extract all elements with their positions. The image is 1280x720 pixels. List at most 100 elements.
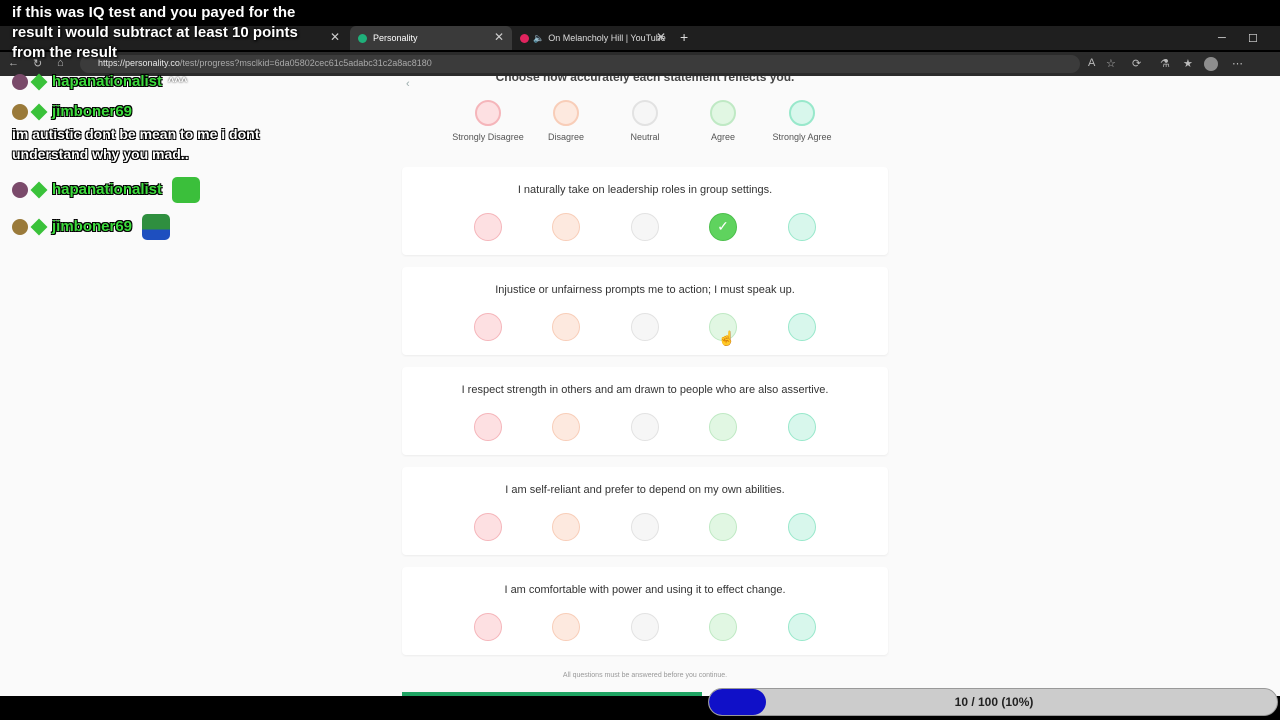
site-icon xyxy=(358,33,367,43)
progress-bar: 10 / 100 (10%) xyxy=(708,688,1278,716)
option-neutral[interactable] xyxy=(631,213,659,241)
option-strongly-disagree[interactable] xyxy=(474,213,502,241)
question-text: I respect strength in others and am draw… xyxy=(461,384,829,396)
instruction-text: Choose how accurately each statement ref… xyxy=(495,76,795,84)
legend-circle xyxy=(789,100,815,126)
maximize-icon[interactable]: ☐ xyxy=(1248,32,1258,45)
checkmark-icon: ✓ xyxy=(717,218,729,234)
question-card: I respect strength in others and am draw… xyxy=(402,367,888,455)
legend-strongly-disagree: Strongly Disagree xyxy=(448,100,528,143)
legend-label: Strongly Disagree xyxy=(452,132,524,142)
option-strongly-disagree[interactable] xyxy=(474,613,502,641)
question-text: I naturally take on leadership roles in … xyxy=(517,184,773,196)
speaker-icon[interactable]: 🔈 xyxy=(533,33,544,44)
option-strongly-agree[interactable] xyxy=(788,413,816,441)
chat-line: jimboner69 xyxy=(12,102,132,122)
option-disagree[interactable] xyxy=(552,513,580,541)
badge-icon xyxy=(30,73,48,91)
badge-icon xyxy=(30,181,48,199)
legend-label: Strongly Agree xyxy=(772,132,832,142)
youtube-icon xyxy=(520,33,529,43)
question-text: I am comfortable with power and using it… xyxy=(504,584,786,596)
option-neutral[interactable] xyxy=(631,413,659,441)
close-icon[interactable]: ✕ xyxy=(656,31,666,43)
split-screen-icon[interactable]: ⚗ xyxy=(1160,57,1170,70)
page-content: Choose how accurately each statement ref… xyxy=(0,76,1280,696)
option-disagree[interactable] xyxy=(552,613,580,641)
option-strongly-disagree[interactable] xyxy=(474,513,502,541)
question-text: I am self-reliant and prefer to depend o… xyxy=(505,484,785,496)
tab-label: On Melancholy Hill | YouTube xyxy=(548,33,666,43)
option-neutral[interactable] xyxy=(631,613,659,641)
question-card: I naturally take on leadership roles in … xyxy=(402,167,888,255)
badge-icon xyxy=(30,218,48,236)
badge-icon xyxy=(30,103,48,121)
tab-label: Personality xyxy=(373,33,418,43)
question-card: I am comfortable with power and using it… xyxy=(402,567,888,655)
question-card: Injustice or unfairness prompts me to ac… xyxy=(402,267,888,355)
option-strongly-disagree[interactable] xyxy=(474,313,502,341)
option-agree[interactable] xyxy=(709,513,737,541)
chat-username: hapanationalist xyxy=(52,73,163,90)
chat-line: hapanationalist ^^^ xyxy=(12,72,187,92)
question-text: Injustice or unfairness prompts me to ac… xyxy=(495,284,795,296)
option-neutral[interactable] xyxy=(631,313,659,341)
legend-neutral: Neutral xyxy=(605,100,685,143)
favorite-icon[interactable]: ☆ xyxy=(1106,57,1116,70)
chat-message: im autistic dont be mean to me i dont un… xyxy=(12,126,260,162)
progress-label: 10 / 100 (10%) xyxy=(954,695,1034,709)
read-aloud-icon[interactable]: A xyxy=(1088,57,1095,69)
tab-youtube[interactable]: 🔈 On Melancholy Hill | YouTube ✕ xyxy=(512,26,674,50)
legend-circle xyxy=(553,100,579,126)
option-agree[interactable] xyxy=(709,613,737,641)
browser-window: ✕ Personality ✕ 🔈 On Melancholy Hill | Y… xyxy=(0,0,1280,720)
legend-circle xyxy=(475,100,501,126)
avatar xyxy=(12,74,28,90)
legend-circle xyxy=(710,100,736,126)
chat-username: jimboner69 xyxy=(52,103,133,120)
pepe-emote xyxy=(142,214,171,240)
crying-face-emote xyxy=(172,177,201,203)
extensions-icon[interactable]: ⟳ xyxy=(1132,57,1141,70)
chat-message: ^^^ xyxy=(168,76,188,88)
minimize-icon[interactable]: ─ xyxy=(1218,32,1226,44)
legend-label: Disagree xyxy=(547,132,585,142)
legend-strongly-agree: Strongly Agree xyxy=(762,100,842,143)
option-strongly-agree[interactable] xyxy=(788,313,816,341)
avatar xyxy=(12,182,28,198)
scale-legend: Strongly Disagree Disagree Neutral Agree… xyxy=(450,100,840,160)
overlay-caption: if this was IQ test and you payed for th… xyxy=(12,4,298,61)
avatar xyxy=(12,104,28,120)
option-disagree[interactable] xyxy=(552,313,580,341)
chat-line: hapanationalist xyxy=(12,177,201,203)
legend-label: Agree xyxy=(710,132,736,142)
option-strongly-agree[interactable] xyxy=(788,513,816,541)
footer-note: All questions must be answered before yo… xyxy=(562,672,728,679)
option-strongly-agree[interactable] xyxy=(788,613,816,641)
favorites-bar-icon[interactable]: ★ xyxy=(1183,57,1193,70)
option-disagree[interactable] xyxy=(552,413,580,441)
legend-circle xyxy=(632,100,658,126)
more-icon[interactable]: ⋯ xyxy=(1232,57,1243,70)
option-disagree[interactable] xyxy=(552,213,580,241)
question-card: I am self-reliant and prefer to depend o… xyxy=(402,467,888,555)
avatar[interactable] xyxy=(1204,57,1218,71)
option-strongly-agree[interactable] xyxy=(788,213,816,241)
legend-disagree: Disagree xyxy=(526,100,606,143)
chevron-left-icon[interactable]: ‹ xyxy=(406,78,410,90)
continue-button[interactable] xyxy=(402,692,702,696)
chat-line: jimboner69 xyxy=(12,214,171,240)
legend-agree: Agree xyxy=(683,100,763,143)
legend-label: Neutral xyxy=(630,132,660,142)
option-agree[interactable]: ✓ xyxy=(709,213,737,241)
option-neutral[interactable] xyxy=(631,513,659,541)
close-icon[interactable]: ✕ xyxy=(494,31,504,43)
tab-personality[interactable]: Personality ✕ xyxy=(350,26,512,50)
avatar xyxy=(12,219,28,235)
option-agree[interactable] xyxy=(709,413,737,441)
chat-username: jimboner69 xyxy=(52,218,133,235)
hand-cursor-icon: ☝ xyxy=(718,330,736,346)
option-strongly-disagree[interactable] xyxy=(474,413,502,441)
chat-username: hapanationalist xyxy=(52,181,163,198)
new-tab-button[interactable]: + xyxy=(680,30,688,44)
